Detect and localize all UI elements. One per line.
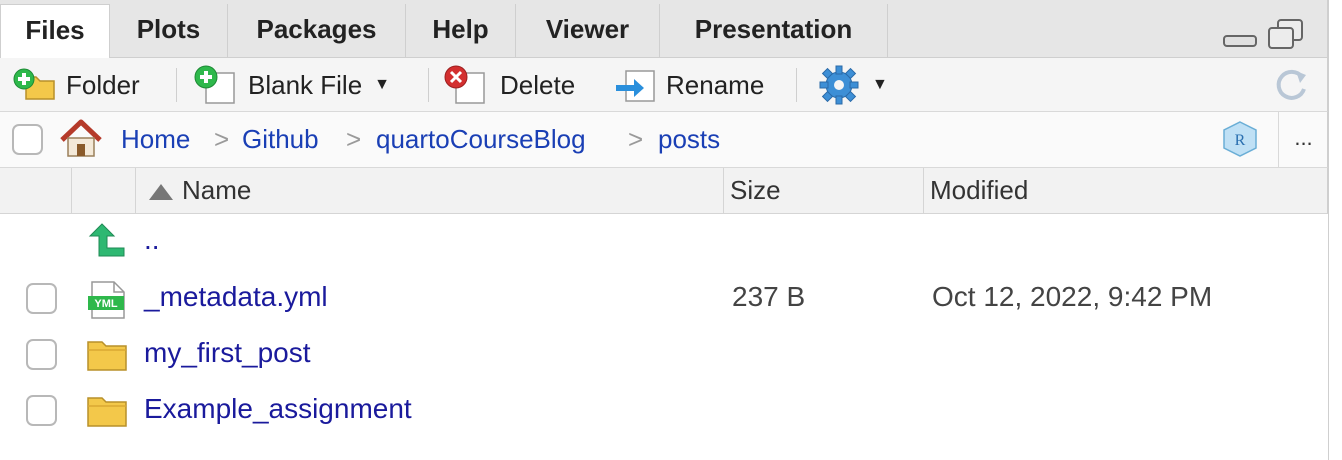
new-folder-label: Folder [66, 69, 140, 100]
file-name-link[interactable]: _metadata.yml [144, 281, 328, 313]
go-to-working-dir-button[interactable]: R [1220, 120, 1260, 163]
tab-presentation[interactable]: Presentation [660, 4, 888, 58]
breadcrumb-home[interactable]: Home [121, 124, 190, 155]
tab-help-label: Help [432, 14, 489, 44]
table-row: YML _metadata.yml 237 B Oct 12, 2022, 9:… [0, 270, 1328, 326]
files-toolbar: Folder Blank File ▼ Delete Rename ▼ [0, 58, 1328, 112]
tab-viewer[interactable]: Viewer [516, 4, 660, 58]
blank-file-button[interactable]: Blank File ▼ [192, 58, 390, 112]
breadcrumb-separator: > [214, 124, 230, 154]
parent-directory-row[interactable]: .. [0, 214, 1328, 270]
table-row: my_first_post [0, 326, 1328, 382]
tab-help[interactable]: Help [406, 4, 516, 58]
folder-plus-icon [13, 68, 55, 100]
maximize-pane-button[interactable] [1266, 18, 1306, 57]
delete-label: Delete [500, 69, 576, 100]
breadcrumb-separator: > [346, 124, 362, 154]
sort-ascending-icon [149, 184, 173, 201]
modified-column-header[interactable]: Modified [924, 168, 1328, 214]
chevron-down-icon: ▼ [872, 76, 888, 93]
folder-name-link[interactable]: my_first_post [144, 337, 311, 369]
row-checkbox[interactable] [26, 283, 57, 314]
select-all-checkbox[interactable] [12, 124, 43, 155]
row-checkbox[interactable] [26, 339, 57, 370]
gear-icon [819, 65, 859, 105]
breadcrumb-separator: > [628, 124, 644, 154]
folder-name-link[interactable]: Example_assignment [144, 393, 412, 425]
blank-file-label: Blank File [248, 69, 363, 100]
file-list-header: Name Size Modified [0, 168, 1328, 214]
tab-packages[interactable]: Packages [228, 4, 406, 58]
file-modified: Oct 12, 2022, 9:42 PM [932, 281, 1213, 312]
breadcrumb: Home > Github > quartoCourseBlog > posts… [0, 112, 1328, 168]
more-actions-button[interactable]: ▼ [818, 58, 888, 112]
minimize-pane-button[interactable] [1222, 18, 1258, 53]
name-column-label: Name [182, 175, 252, 205]
more-options-label: ... [1294, 125, 1313, 150]
folder-icon [87, 397, 127, 427]
pane-border [1328, 0, 1342, 460]
table-row: Example_assignment [0, 382, 1328, 438]
tab-files[interactable]: Files [0, 4, 110, 60]
delete-icon [444, 65, 485, 104]
toolbar-divider [796, 68, 797, 102]
parent-directory-link[interactable]: .. [144, 224, 160, 256]
modified-column-label: Modified [930, 175, 1029, 205]
delete-button[interactable]: Delete [442, 58, 575, 112]
tab-presentation-label: Presentation [694, 14, 853, 44]
svg-text:YML: YML [94, 298, 118, 310]
breadcrumb-github[interactable]: Github [242, 124, 319, 155]
toolbar-divider [428, 68, 429, 102]
chevron-down-icon: ▼ [374, 76, 390, 93]
pane-tab-bar: Files Plots Packages Help Viewer Present… [0, 0, 1328, 60]
r-project-icon: R [1223, 121, 1257, 157]
checkbox-column-header [0, 168, 72, 214]
tab-plots-label: Plots [136, 14, 201, 44]
tab-plots[interactable]: Plots [110, 4, 228, 58]
tab-viewer-label: Viewer [545, 14, 630, 44]
name-column-header[interactable]: Name [136, 168, 724, 214]
row-checkbox[interactable] [26, 395, 57, 426]
yml-file-icon: YML [88, 281, 125, 319]
size-column-label: Size [730, 175, 781, 205]
home-icon [60, 119, 102, 157]
refresh-icon [1276, 69, 1306, 100]
breadcrumb-posts[interactable]: posts [658, 124, 720, 155]
new-folder-button[interactable]: Folder [12, 58, 140, 112]
home-button[interactable] [58, 118, 104, 165]
breadcrumb-quartocourseblog[interactable]: quartoCourseBlog [376, 124, 586, 155]
size-column-header[interactable]: Size [724, 168, 924, 214]
rename-button[interactable]: Rename [614, 58, 764, 112]
folder-icon [87, 341, 127, 371]
toolbar-divider [176, 68, 177, 102]
refresh-button[interactable] [1272, 58, 1312, 112]
svg-text:R: R [1235, 132, 1246, 149]
file-plus-icon [194, 65, 235, 104]
maximize-icon [1268, 19, 1303, 49]
minimize-icon [1223, 35, 1257, 47]
more-options-button[interactable]: ... [1278, 112, 1328, 168]
rename-icon [616, 70, 655, 102]
tab-files-label: Files [25, 15, 85, 45]
rename-label: Rename [666, 69, 765, 100]
up-arrow-icon [88, 223, 125, 257]
type-column-header[interactable] [72, 168, 136, 214]
file-size: 237 B [732, 281, 806, 312]
tab-packages-label: Packages [256, 14, 377, 44]
